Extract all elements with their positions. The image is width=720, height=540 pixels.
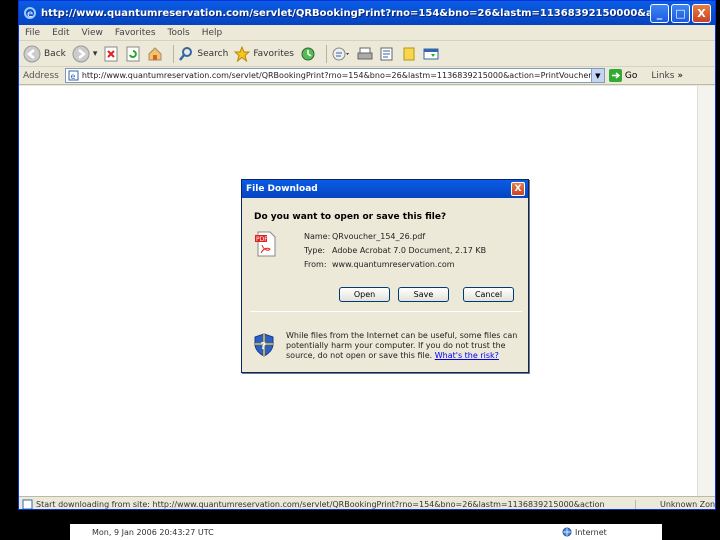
go-arrow-icon [608,69,622,82]
menu-edit[interactable]: Edit [52,28,69,38]
shield-icon: ? [254,333,274,357]
toolbar-separator [173,44,175,63]
back-button[interactable]: Back [23,45,66,63]
ie-icon: e [23,6,37,20]
page-status-icon [22,499,33,509]
type-label: Type: [304,246,326,255]
status-bar: Start downloading from site: http://www.… [19,496,715,509]
window-title: http://www.quantumreservation.com/servle… [41,7,650,19]
discuss-icon[interactable] [401,46,417,62]
svg-text:e: e [70,72,75,81]
type-value: Adobe Acrobat 7.0 Document, 2.17 KB [332,246,487,255]
print-icon[interactable] [357,46,373,62]
page-icon: e [68,70,79,81]
forward-arrow-icon [72,45,90,62]
minimize-button[interactable]: _ [650,3,669,23]
history-icon[interactable] [300,46,316,62]
back-label: Back [44,48,66,59]
menu-view[interactable]: View [82,28,103,38]
menu-bar: File Edit View Favorites Tools Help [19,25,715,41]
taskbar-datetime: Mon, 9 Jan 2006 20:43:27 UTC [92,527,214,537]
stop-icon[interactable] [103,46,119,62]
dialog-question: Do you want to open or save this file? [254,212,447,222]
name-value: QRvoucher_154_26.pdf [332,232,426,241]
toolbar: Back ▾ Search Favorites [19,41,715,67]
svg-text:PDF: PDF [256,236,268,243]
go-button[interactable]: Go [608,69,638,82]
messenger-icon[interactable] [423,46,439,62]
svg-text:?: ? [261,341,267,352]
taskbar: Mon, 9 Jan 2006 20:43:27 UTC Internet [70,524,662,540]
file-name-row: Name: QRvoucher_154_26.pdf [304,232,425,241]
address-bar: Address e http://www.quantumreservation.… [19,67,715,85]
maximize-button[interactable]: □ [671,3,690,23]
refresh-icon[interactable] [125,46,141,62]
save-button[interactable]: Save [398,287,449,302]
screen: e http://www.quantumreservation.com/serv… [0,0,720,540]
menu-tools[interactable]: Tools [168,28,190,38]
favorites-button[interactable]: Favorites [234,45,294,62]
dialog-title-bar[interactable]: File Download X [242,180,528,198]
address-input[interactable]: e http://www.quantumreservation.com/serv… [64,68,605,83]
back-arrow-icon [23,45,41,62]
home-icon[interactable] [147,46,163,62]
toolbar-separator [325,44,327,63]
status-text: Start downloading from site: http://www.… [36,499,605,509]
security-warning: While files from the Internet can be use… [286,331,518,361]
dialog-title: File Download [246,184,318,194]
forward-button[interactable]: ▾ [72,45,98,63]
internet-zone: Internet [562,527,607,537]
links-chevron-icon[interactable]: » [677,71,683,81]
go-label: Go [624,70,638,81]
search-button[interactable]: Search [178,46,228,62]
pdf-file-icon: PDF [255,231,276,257]
close-button[interactable]: X [692,3,711,23]
address-url: http://www.quantumreservation.com/servle… [81,71,591,80]
file-from-row: From: www.quantumreservation.com [304,260,455,269]
from-label: From: [304,260,327,269]
from-value: www.quantumreservation.com [332,260,455,269]
zone-label: Unknown Zone [635,499,715,509]
forward-dropdown-icon[interactable]: ▾ [93,49,98,59]
address-label: Address [23,70,59,81]
menu-file[interactable]: File [25,28,40,38]
mail-icon[interactable] [331,46,351,62]
open-button[interactable]: Open [339,287,390,302]
file-type-row: Type: Adobe Acrobat 7.0 Document, 2.17 KB [304,246,486,255]
star-icon [234,45,251,62]
favorites-label: Favorites [253,48,294,59]
edit-icon[interactable] [379,46,395,62]
browser-window: e http://www.quantumreservation.com/serv… [18,0,716,510]
search-icon [179,46,193,61]
cancel-button[interactable]: Cancel [463,287,514,302]
dialog-close-button[interactable]: X [511,182,525,196]
internet-label: Internet [575,527,607,537]
title-bar[interactable]: e http://www.quantumreservation.com/serv… [19,1,715,25]
risk-link[interactable]: What's the risk? [435,351,499,360]
menu-help[interactable]: Help [202,28,223,38]
search-label: Search [197,48,229,59]
file-download-dialog: File Download X Do you want to open or s… [241,179,529,373]
dialog-separator [250,311,522,312]
address-dropdown-icon[interactable]: ▼ [590,69,604,82]
menu-favorites[interactable]: Favorites [115,28,156,38]
links-button[interactable]: Links [651,71,674,81]
globe-icon [562,527,572,537]
svg-text:e: e [27,9,33,20]
name-label: Name: [304,232,331,241]
vertical-scrollbar[interactable] [697,86,715,496]
